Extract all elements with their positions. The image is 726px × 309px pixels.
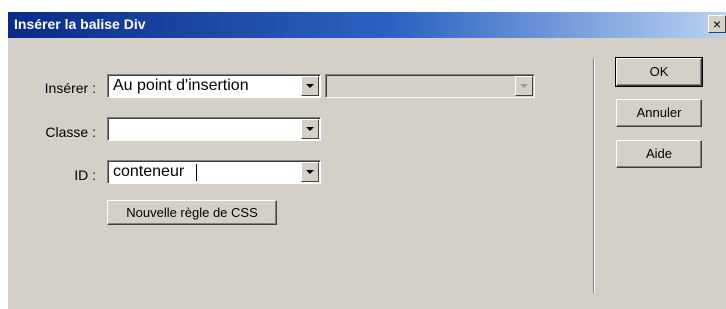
chevron-down-icon[interactable] [301,119,319,139]
id-label: ID : [74,167,96,183]
ok-button[interactable]: OK [615,57,703,87]
inserer-position-select [325,74,535,98]
classe-label: Classe : [45,124,96,140]
chevron-down-icon[interactable] [301,162,319,182]
divider [593,58,595,293]
chevron-down-icon[interactable] [301,76,319,96]
inserer-select[interactable]: Au point d'insertion [107,74,321,98]
dialog-title: Insérer la balise Div [14,16,146,32]
title-bar: Insérer la balise Div × [8,12,726,38]
classe-select[interactable] [107,117,321,141]
new-css-rule-button[interactable]: Nouvelle règle de CSS [107,200,277,225]
dialog-body: Insérer : Au point d'insertion Classe : … [8,38,726,309]
help-button[interactable]: Aide [616,140,702,168]
close-icon[interactable]: × [708,15,726,33]
id-input-value: conteneur [113,163,185,180]
inserer-select-value: Au point d'insertion [113,77,249,94]
chevron-down-icon [515,76,533,96]
id-input[interactable]: conteneur [107,160,321,184]
cancel-button[interactable]: Annuler [616,99,702,127]
inserer-label: Insérer : [44,80,96,96]
text-caret [196,164,197,181]
